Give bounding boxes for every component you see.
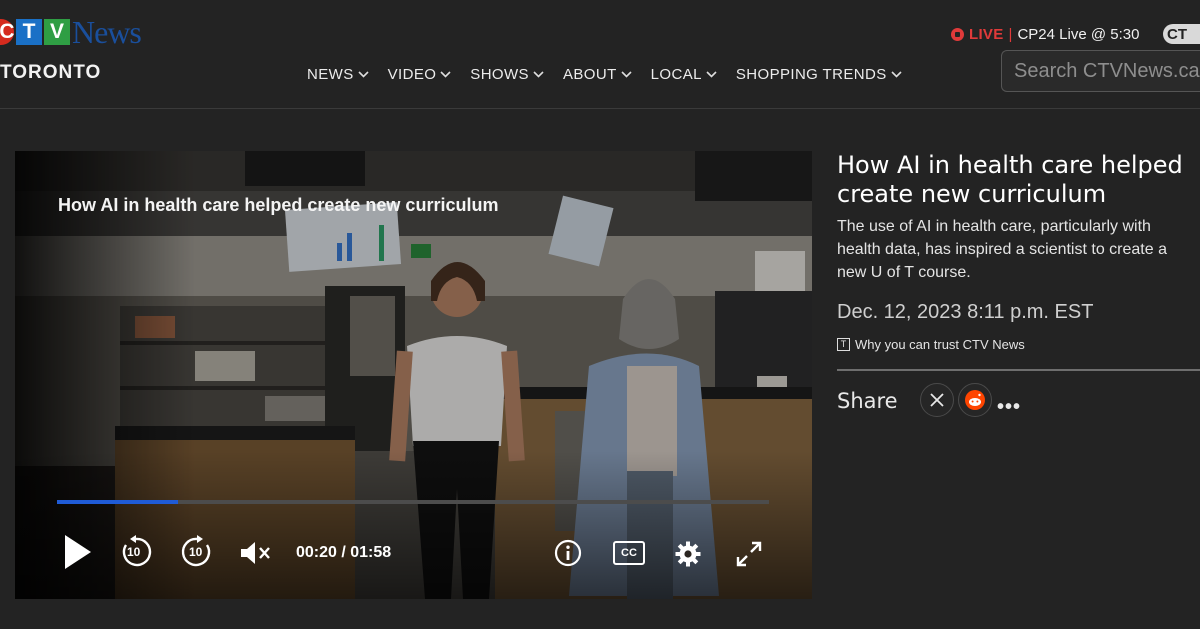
- chevron-down-icon: [891, 71, 902, 78]
- video-frame-image: [15, 151, 812, 599]
- share-more-button[interactable]: •••: [997, 396, 1021, 419]
- fullscreen-button[interactable]: [734, 539, 764, 569]
- video-player[interactable]: How AI in health care helped create new …: [15, 151, 812, 599]
- play-icon: [65, 535, 91, 569]
- article-description: The use of AI in health care, particular…: [837, 218, 1167, 281]
- search-input[interactable]: [1002, 51, 1200, 91]
- live-program: CP24 Live @ 5:30: [1017, 26, 1140, 43]
- settings-button[interactable]: [674, 540, 702, 568]
- gear-icon: [675, 541, 701, 567]
- nav-item-label: VIDEO: [387, 66, 437, 83]
- play-button[interactable]: [61, 531, 95, 573]
- search-box: [1001, 50, 1200, 92]
- nav-item-label: ABOUT: [562, 66, 617, 83]
- nav-item-label: SHOWS: [470, 66, 529, 83]
- forward-10-button[interactable]: 10: [180, 535, 214, 569]
- video-progress-bar[interactable]: [57, 500, 769, 504]
- main-nav: NEWS VIDEO SHOWS ABOUT LOCAL SHOPPING TR…: [307, 66, 921, 83]
- nav-item-label: LOCAL: [650, 66, 702, 83]
- live-separator: |: [1008, 26, 1013, 43]
- logo-letter-v: V: [44, 19, 70, 45]
- trust-link-label: Why you can trust CTV News: [855, 337, 1025, 352]
- mute-button[interactable]: [239, 539, 273, 567]
- nav-item-shopping-trends[interactable]: SHOPPING TRENDS: [736, 66, 902, 83]
- article-divider: [837, 369, 1200, 371]
- chevron-down-icon: [621, 71, 632, 78]
- reddit-icon: [965, 390, 985, 410]
- share-label: Share: [837, 389, 898, 413]
- chevron-down-icon: [533, 71, 544, 78]
- volume-muted-icon: [241, 542, 270, 564]
- ctv-badge[interactable]: CT: [1163, 24, 1200, 44]
- video-time-display: 00:20 / 01:58: [296, 544, 392, 561]
- region-label[interactable]: TORONTO: [0, 62, 101, 84]
- logo-word: News: [72, 13, 142, 50]
- live-label: LIVE: [969, 26, 1004, 43]
- video-overlay-title: How AI in health care helped create new …: [58, 195, 499, 215]
- nav-item-about[interactable]: ABOUT: [563, 66, 632, 83]
- site-header: C T V News TORONTO NEWS VIDEO SHOWS ABOU…: [0, 0, 1200, 109]
- chevron-down-icon: [706, 71, 717, 78]
- share-reddit-button[interactable]: [958, 383, 992, 417]
- chevron-down-icon: [440, 71, 451, 78]
- nav-item-label: NEWS: [307, 66, 354, 83]
- article-title: How AI in health care helped create new …: [837, 151, 1183, 208]
- x-logo-icon: [930, 393, 944, 407]
- nav-item-shows[interactable]: SHOWS: [470, 66, 544, 83]
- fullscreen-icon: [736, 541, 762, 567]
- nav-item-news[interactable]: NEWS: [307, 66, 369, 83]
- rewind-10-button[interactable]: 10: [119, 535, 153, 569]
- ctv-news-logo[interactable]: C T V News: [0, 13, 142, 50]
- info-button[interactable]: [554, 539, 582, 567]
- article-date: Dec. 12, 2023 8:11 p.m. EST: [837, 301, 1094, 323]
- nav-item-label: SHOPPING TRENDS: [735, 66, 887, 83]
- video-progress-fill: [57, 500, 179, 504]
- cc-label: CC: [621, 547, 637, 559]
- trust-icon: T: [837, 338, 850, 351]
- share-x-button[interactable]: [920, 383, 954, 417]
- logo-letter-c: C: [0, 19, 15, 45]
- nav-item-local[interactable]: LOCAL: [651, 66, 717, 83]
- live-link[interactable]: LIVE | CP24 Live @ 5:30: [951, 26, 1139, 43]
- nav-item-video[interactable]: VIDEO: [388, 66, 452, 83]
- info-icon: [554, 539, 582, 567]
- logo-letter-t: T: [16, 19, 42, 45]
- chevron-down-icon: [358, 71, 369, 78]
- closed-captions-button[interactable]: CC: [613, 541, 645, 565]
- trust-link[interactable]: T Why you can trust CTV News: [837, 337, 1025, 352]
- live-record-icon: [951, 28, 964, 41]
- forward-seconds: 10: [189, 545, 203, 559]
- rewind-seconds: 10: [127, 545, 141, 559]
